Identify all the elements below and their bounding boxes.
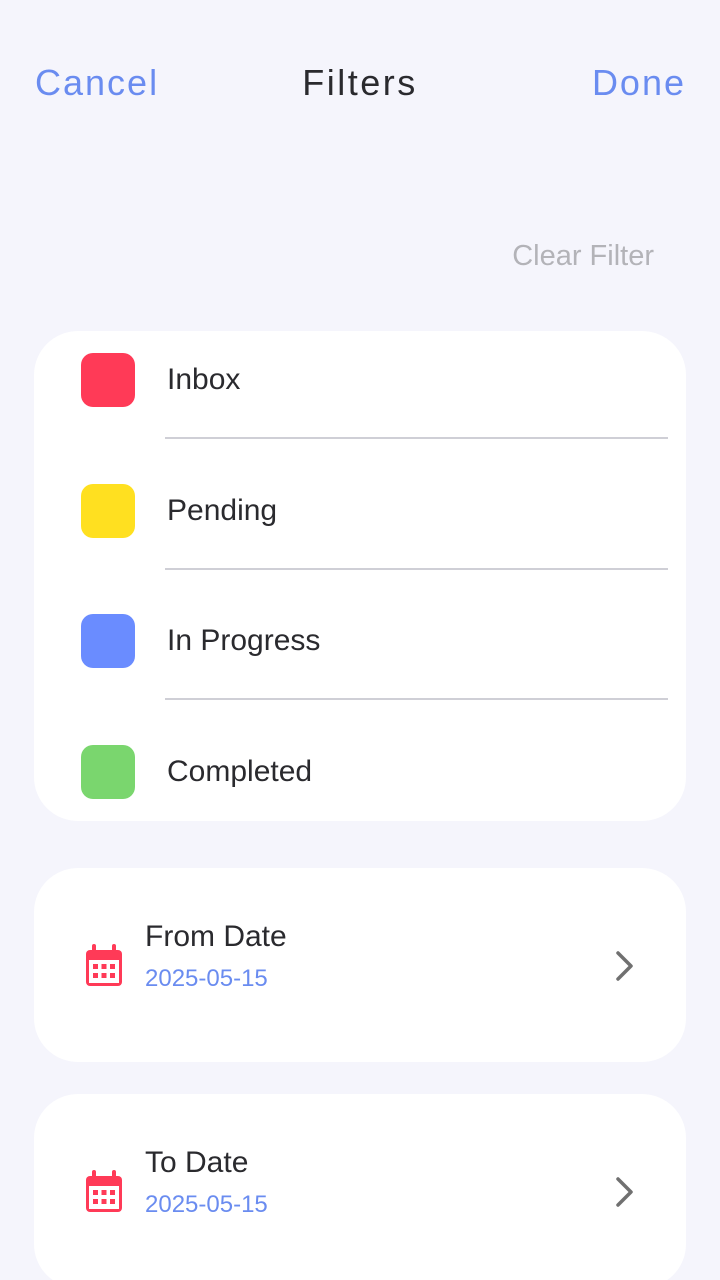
to-date-value: 2025-05-15 [145, 1191, 268, 1218]
divider [165, 437, 668, 439]
pending-color-swatch [81, 484, 135, 538]
status-label: Pending [167, 494, 278, 527]
from-date-value: 2025-05-15 [145, 965, 268, 992]
status-item-in-progress[interactable]: In Progress [34, 592, 686, 702]
calendar-icon [86, 944, 122, 986]
status-item-inbox[interactable]: Inbox [34, 331, 686, 441]
divider [165, 698, 668, 700]
status-filter-card: Inbox Pending In Progress Completed [34, 331, 686, 821]
from-date-row[interactable]: From Date 2025-05-15 [34, 868, 686, 1062]
header-bar: Cancel Filters Done [0, 50, 720, 114]
status-label: In Progress [167, 624, 321, 657]
filters-screen: Cancel Filters Done Clear Filter Inbox P… [0, 0, 720, 1280]
to-date-row[interactable]: To Date 2025-05-15 [34, 1094, 686, 1280]
to-date-label: To Date [145, 1146, 249, 1179]
divider [165, 568, 668, 570]
in-progress-color-swatch [81, 614, 135, 668]
status-item-pending[interactable]: Pending [34, 462, 686, 572]
completed-color-swatch [81, 745, 135, 799]
inbox-color-swatch [81, 353, 135, 407]
done-button[interactable]: Done [592, 62, 686, 104]
chevron-right-icon [616, 1177, 633, 1207]
status-label: Completed [167, 755, 313, 788]
from-date-label: From Date [145, 920, 287, 953]
clear-filter-button[interactable]: Clear Filter [512, 240, 654, 273]
chevron-right-icon [616, 951, 633, 981]
calendar-icon [86, 1170, 122, 1212]
status-label: Inbox [167, 363, 241, 396]
status-item-completed[interactable]: Completed [34, 723, 686, 821]
